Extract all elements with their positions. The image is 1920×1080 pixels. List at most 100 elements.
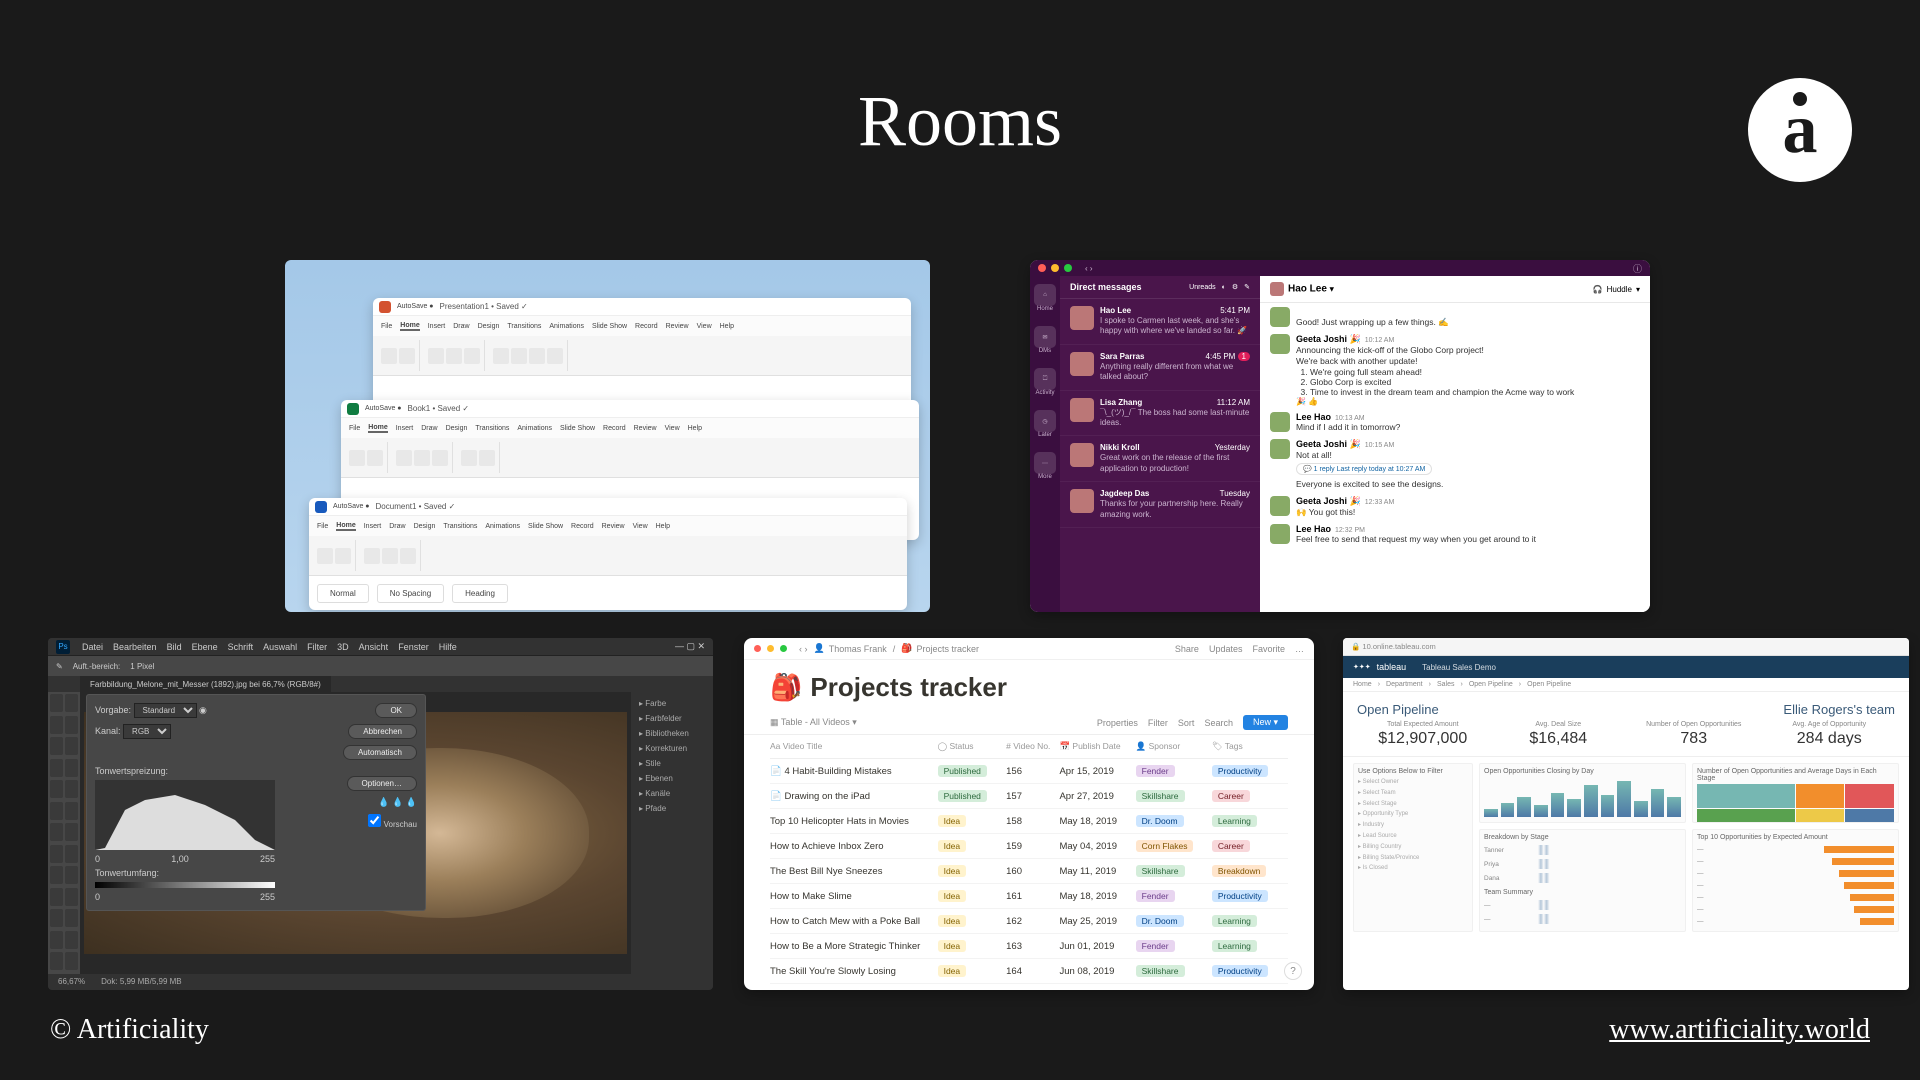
table-row[interactable]: How to Catch Mew with a Poke BallIdea162… [770, 909, 1288, 934]
top-action[interactable]: Favorite [1252, 644, 1285, 654]
column-header[interactable]: # Video No. [1006, 741, 1059, 752]
stage-treemap[interactable]: Number of Open Opportunities and Average… [1692, 763, 1899, 823]
tool[interactable] [50, 694, 63, 712]
tool[interactable] [50, 909, 63, 927]
breadcrumb[interactable]: Department [1386, 681, 1423, 688]
menu-item[interactable]: Filter [307, 642, 327, 652]
ribbon-tab[interactable]: File [349, 425, 360, 432]
tool[interactable] [65, 780, 78, 798]
menu-item[interactable]: Bild [167, 642, 182, 652]
ribbon-tab[interactable]: Home [400, 322, 419, 331]
table-row[interactable]: 📄 Drawing on the iPadPublished157Apr 27,… [770, 784, 1288, 809]
ribbon-tab[interactable]: Transitions [475, 425, 509, 432]
ribbon-tab[interactable]: Insert [396, 425, 414, 432]
menu-item[interactable]: Ebene [192, 642, 218, 652]
ribbon-tab[interactable]: Animations [485, 523, 520, 530]
output-slider[interactable] [95, 882, 275, 888]
tool[interactable] [65, 823, 78, 841]
more-icon[interactable]: ⋯ [1034, 452, 1056, 474]
table-row[interactable]: Top 10 Helicopter Hats in MoviesIdea158M… [770, 809, 1288, 834]
tool[interactable] [65, 802, 78, 820]
menu-item[interactable]: Schrift [228, 642, 254, 652]
ribbon-tab[interactable]: Home [368, 424, 387, 433]
ribbon-tab[interactable]: View [633, 523, 648, 530]
new-button[interactable]: New ▾ [1243, 715, 1288, 730]
ps-toolbox[interactable] [48, 692, 80, 974]
table-row[interactable]: How to Be a More Strategic ThinkerIdea16… [770, 934, 1288, 959]
ribbon-tab[interactable]: Home [336, 522, 355, 531]
ribbon-tab[interactable]: Design [414, 523, 436, 530]
dm-item[interactable]: Hao Lee5:41 PMI spoke to Carmen last wee… [1060, 299, 1260, 345]
tool[interactable] [50, 952, 63, 970]
auto-button[interactable]: Automatisch [343, 745, 417, 760]
ribbon-tab[interactable]: File [381, 323, 392, 330]
breadcrumb[interactable]: Home [1353, 681, 1372, 688]
panel-tab[interactable]: ▸ Kanäle [635, 786, 709, 801]
ribbon-tab[interactable]: Review [666, 323, 689, 330]
filter-action[interactable]: Filter [1148, 718, 1168, 728]
dm-item[interactable]: Nikki KrollYesterdayGreat work on the re… [1060, 436, 1260, 482]
ribbon-tab[interactable]: Record [603, 425, 626, 432]
tool[interactable] [50, 845, 63, 863]
tool[interactable] [65, 866, 78, 884]
later-icon[interactable]: ◷ [1034, 410, 1056, 432]
ribbon-tab[interactable]: Design [478, 323, 500, 330]
table-row[interactable]: 📄 4 Habit-Building MistakesPublished156A… [770, 759, 1288, 784]
properties-action[interactable]: Properties [1097, 718, 1138, 728]
ribbon-tab[interactable]: Review [634, 425, 657, 432]
search-action[interactable]: Search [1204, 718, 1233, 728]
tool[interactable] [50, 823, 63, 841]
help-button[interactable]: ? [1284, 962, 1302, 980]
menu-item[interactable]: Datei [82, 642, 103, 652]
preview-checkbox[interactable] [368, 814, 381, 827]
filter-icon[interactable]: ⚙ [1232, 283, 1238, 291]
tool[interactable] [65, 952, 78, 970]
cancel-button[interactable]: Abbrechen [348, 724, 417, 739]
column-header[interactable]: ◯ Status [938, 741, 1007, 752]
tool[interactable] [65, 888, 78, 906]
ribbon-tab[interactable]: Record [571, 523, 594, 530]
dm-item[interactable]: Jagdeep DasTuesdayThanks for your partne… [1060, 482, 1260, 528]
column-header[interactable]: 👤 Sponsor [1136, 741, 1212, 752]
ribbon-tab[interactable]: View [665, 425, 680, 432]
breadcrumb[interactable]: Open Pipeline [1469, 681, 1513, 688]
home-icon[interactable]: ⌂ [1034, 284, 1056, 306]
ribbon-tab[interactable]: Draw [389, 523, 405, 530]
huddle-icon[interactable]: 🎧 [1593, 285, 1603, 294]
tool[interactable] [65, 909, 78, 927]
panel-tab[interactable]: ▸ Pfade [635, 801, 709, 816]
ribbon-tab[interactable]: Insert [428, 323, 446, 330]
tool[interactable] [65, 737, 78, 755]
panel-tab[interactable]: ▸ Farbe [635, 696, 709, 711]
word-style[interactable]: No Spacing [377, 584, 444, 603]
menu-item[interactable]: Bearbeiten [113, 642, 157, 652]
compose-icon[interactable]: ✎ [1244, 283, 1250, 291]
tool[interactable] [50, 759, 63, 777]
ribbon-tab[interactable]: Transitions [507, 323, 541, 330]
table-row[interactable]: The Skill You're Slowly LosingIdea164Jun… [770, 959, 1288, 984]
tool[interactable] [50, 780, 63, 798]
menu-item[interactable]: Ansicht [359, 642, 389, 652]
ribbon-tab[interactable]: File [317, 523, 328, 530]
panel-tab[interactable]: ▸ Korrekturen [635, 741, 709, 756]
dm-item[interactable]: Sara Parras4:45 PM 1Anything really diff… [1060, 345, 1260, 391]
ribbon-tab[interactable]: Insert [364, 523, 382, 530]
dm-item[interactable]: Lisa Zhang11:12 AM¯\_(ツ)_/¯ The boss had… [1060, 391, 1260, 437]
tool[interactable] [65, 931, 78, 949]
word-style[interactable]: Heading [452, 584, 508, 603]
footer-url[interactable]: www.artificiality.world [1609, 1014, 1870, 1046]
panel-tab[interactable]: ▸ Ebenen [635, 771, 709, 786]
ribbon-tab[interactable]: Help [656, 523, 670, 530]
filter-panel[interactable]: Use Options Below to Filter ▸ Select Own… [1353, 763, 1473, 932]
table-row[interactable]: How to Make SlimeIdea161May 18, 2019Fend… [770, 884, 1288, 909]
top-action[interactable]: Share [1175, 644, 1199, 654]
ribbon-tab[interactable]: Draw [421, 425, 437, 432]
top-action[interactable]: … [1295, 644, 1304, 654]
table-row[interactable]: How to Achieve Inbox ZeroIdea159May 04, … [770, 834, 1288, 859]
panel-tab[interactable]: ▸ Farbfelder [635, 711, 709, 726]
column-header[interactable]: 🏷 Tags [1212, 741, 1288, 752]
breadcrumb[interactable]: Open Pipeline [1527, 681, 1571, 688]
team-summary[interactable]: Breakdown by Stage Tanner Priya Dana Tea… [1479, 829, 1686, 932]
ribbon-tab[interactable]: Draw [453, 323, 469, 330]
tool[interactable] [50, 716, 63, 734]
